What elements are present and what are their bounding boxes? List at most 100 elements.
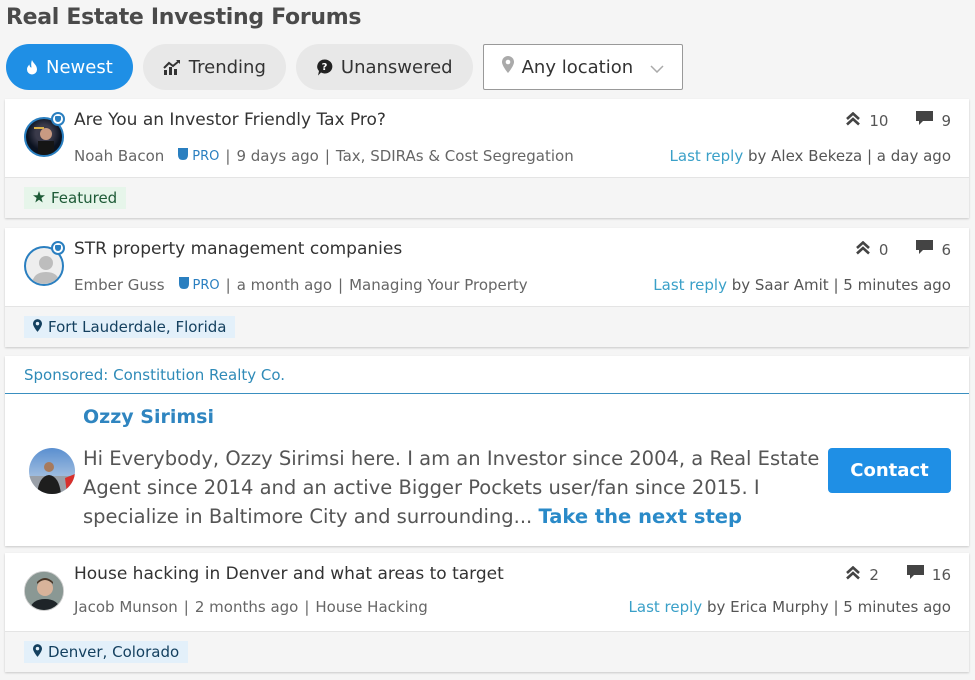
tag-label: Fort Lauderdale, Florida <box>48 318 227 336</box>
tab-newest[interactable]: Newest <box>6 44 133 90</box>
category-link[interactable]: Managing Your Property <box>349 276 528 294</box>
last-reply-author: by Alex Bekeza <box>747 147 863 165</box>
sponsor-name[interactable]: Ozzy Sirimsi <box>83 406 214 428</box>
thread-card[interactable]: Are You an Investor Friendly Tax Pro? No… <box>5 99 969 218</box>
pro-indicator-icon <box>51 241 65 255</box>
sponsor-avatar[interactable] <box>29 448 75 494</box>
vote-value: 2 <box>869 565 879 584</box>
comment-value: 6 <box>941 240 951 259</box>
comment-icon <box>906 565 924 584</box>
pro-badge: PRO <box>178 277 220 293</box>
thread-stats: 10 9 <box>845 111 951 130</box>
avatar[interactable] <box>24 571 64 611</box>
double-chevron-up-icon <box>845 111 861 130</box>
double-chevron-up-icon <box>845 565 861 584</box>
sponsored-header[interactable]: Sponsored: Constitution Realty Co. <box>5 356 969 394</box>
comment-count[interactable]: 6 <box>916 240 951 259</box>
thread-meta: Jacob Munson | 2 months ago | House Hack… <box>74 598 428 616</box>
category-link[interactable]: Tax, SDIRAs & Cost Segregation <box>336 147 574 165</box>
separator: | <box>833 276 839 294</box>
thread-title[interactable]: Are You an Investor Friendly Tax Pro? <box>74 110 386 130</box>
posted-time: a month ago <box>236 276 333 294</box>
double-chevron-up-icon <box>855 240 871 259</box>
comment-value: 9 <box>941 111 951 130</box>
last-reply-author: by Saar Amit <box>731 276 829 294</box>
separator: | <box>338 276 344 294</box>
tab-label: Trending <box>188 56 266 78</box>
category-link[interactable]: House Hacking <box>315 598 427 616</box>
pro-label: PRO <box>192 148 220 164</box>
comment-count[interactable]: 16 <box>906 565 951 584</box>
author-name[interactable]: Ember Guss <box>74 276 165 294</box>
vote-count[interactable]: 2 <box>845 565 879 584</box>
vote-count[interactable]: 0 <box>855 240 889 259</box>
posted-time: 2 months ago <box>194 598 299 616</box>
map-pin-icon <box>33 318 42 336</box>
pro-label: PRO <box>192 277 220 293</box>
thread-meta: Noah Bacon PRO | 9 days ago | Tax, SDIRA… <box>74 147 574 165</box>
thread-footer: Featured <box>5 177 969 218</box>
thread-stats: 0 6 <box>855 240 951 259</box>
tag-label: Featured <box>51 189 118 207</box>
page-title: Real Estate Investing Forums <box>6 5 362 30</box>
chevron-down-icon <box>650 57 664 78</box>
featured-tag: Featured <box>24 187 127 209</box>
location-tag[interactable]: Denver, Colorado <box>24 641 189 663</box>
thread-card[interactable]: House hacking in Denver and what areas t… <box>5 553 969 672</box>
separator: | <box>866 147 872 165</box>
vote-value: 0 <box>878 240 889 259</box>
separator: | <box>183 598 189 616</box>
question-bubble-icon: ? <box>316 58 333 76</box>
last-reply: Last reply by Alex Bekeza | a day ago <box>670 147 951 165</box>
pro-indicator-icon <box>51 112 65 126</box>
thread-stats: 2 16 <box>845 565 951 584</box>
comment-value: 16 <box>931 565 951 584</box>
last-reply-time: 5 minutes ago <box>843 276 951 294</box>
sponsored-card: Sponsored: Constitution Realty Co. Ozzy … <box>5 356 969 546</box>
vote-count[interactable]: 10 <box>845 111 888 130</box>
last-reply: Last reply by Saar Amit | 5 minutes ago <box>653 276 951 294</box>
location-select[interactable]: Any location <box>482 44 683 90</box>
thread-card[interactable]: STR property management companies Ember … <box>5 228 969 347</box>
last-reply-time: 5 minutes ago <box>843 598 951 616</box>
tab-label: Unanswered <box>340 56 453 78</box>
separator: | <box>324 147 330 165</box>
author-name[interactable]: Jacob Munson <box>74 598 178 616</box>
thread-footer: Fort Lauderdale, Florida <box>5 306 969 347</box>
tag-label: Denver, Colorado <box>48 643 180 661</box>
thread-title[interactable]: House hacking in Denver and what areas t… <box>74 564 504 584</box>
svg-text:?: ? <box>321 62 327 73</box>
separator: | <box>225 147 231 165</box>
star-icon <box>33 189 45 207</box>
sponsor-description: Hi Everybody, Ozzy Sirimsi here. I am an… <box>83 444 828 531</box>
vote-value: 10 <box>869 111 889 130</box>
shield-icon <box>178 148 189 164</box>
separator: | <box>833 598 839 616</box>
last-reply-link[interactable]: Last reply <box>653 276 727 294</box>
location-tag[interactable]: Fort Lauderdale, Florida <box>24 316 236 338</box>
tab-label: Newest <box>46 56 113 78</box>
separator: | <box>225 276 231 294</box>
separator: | <box>304 598 310 616</box>
filter-bar: Newest Trending ? Unanswered Any locatio… <box>6 44 683 90</box>
last-reply-link[interactable]: Last reply <box>670 147 744 165</box>
thread-footer: Denver, Colorado <box>5 631 969 672</box>
thread-title[interactable]: STR property management companies <box>74 239 402 259</box>
last-reply: Last reply by Erica Murphy | 5 minutes a… <box>629 598 951 616</box>
comment-icon <box>916 111 934 130</box>
pro-badge: PRO <box>178 148 219 164</box>
comment-count[interactable]: 9 <box>916 111 951 130</box>
shield-icon <box>178 277 189 293</box>
map-pin-icon <box>33 643 42 661</box>
thread-meta: Ember Guss PRO | a month ago | Managing … <box>74 276 528 294</box>
tab-trending[interactable]: Trending <box>142 44 286 90</box>
trending-chart-icon <box>163 59 181 75</box>
map-pin-icon <box>501 56 514 78</box>
contact-button[interactable]: Contact <box>828 448 951 493</box>
take-next-step-link[interactable]: Take the next step <box>538 505 742 528</box>
author-name[interactable]: Noah Bacon <box>74 147 164 165</box>
last-reply-link[interactable]: Last reply <box>629 598 703 616</box>
tab-unanswered[interactable]: ? Unanswered <box>295 44 473 90</box>
comment-icon <box>916 240 934 259</box>
last-reply-time: a day ago <box>876 147 951 165</box>
